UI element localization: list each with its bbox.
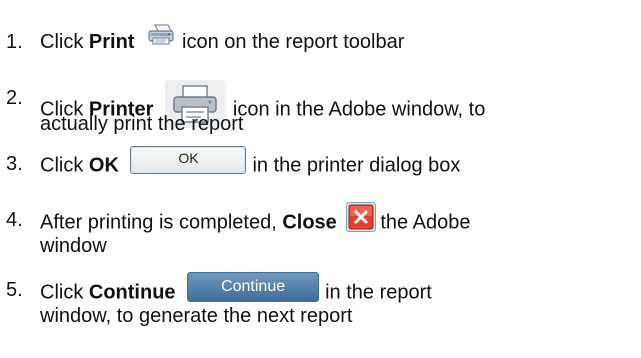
step-bold-label: Print [88,31,135,53]
step-prefix: Click [40,31,89,53]
step-number: 5. [6,279,23,301]
step-continuation: window [40,235,107,257]
step-text: Click OK OK in the printer dialog box [40,146,461,180]
step-bold-label: Continue [88,281,176,304]
step-prefix: Click [40,154,89,177]
step-number: 3. [6,153,23,175]
step-suffix: in the report [325,281,432,304]
print-toolbar-icon [146,23,176,47]
step-prefix: After printing is completed, [40,211,283,234]
step-bold-label: Close [282,211,337,234]
step-suffix: in the printer dialog box [252,154,461,177]
step-suffix: the Adobe [380,211,471,234]
step-bold-label: OK [88,154,119,177]
step-continuation: actually print the report [40,113,244,135]
step-prefix: Click [40,281,89,304]
step-number: 2. [6,87,23,109]
ok-button[interactable]: OK [130,146,247,174]
step-suffix: icon in the Adobe window, to [232,98,486,121]
step-number: 4. [6,209,23,231]
continue-button[interactable]: Continue [187,272,320,302]
step-number: 1. [6,31,23,53]
step-text: Click Print icon on the report toolbar [40,24,405,55]
step-continuation: window, to generate the next report [40,305,353,327]
close-x-icon[interactable] [346,202,377,232]
step-suffix: icon on the report toolbar [182,31,405,53]
